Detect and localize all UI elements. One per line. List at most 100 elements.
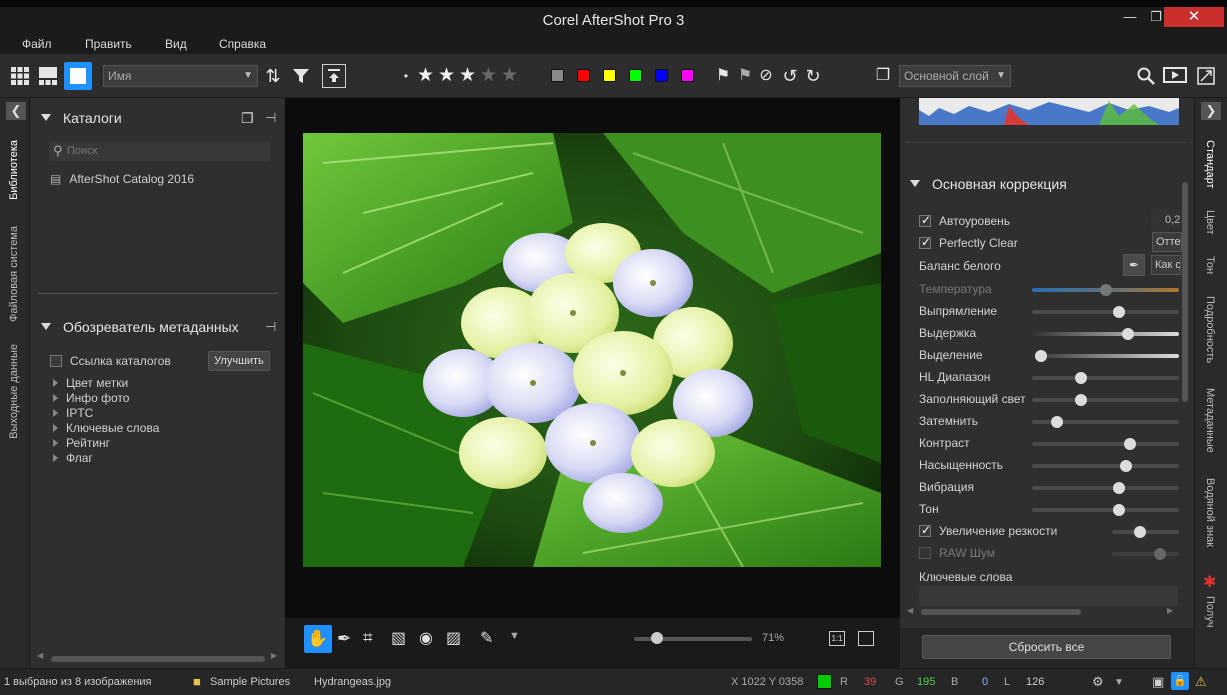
brush-icon[interactable]: ✎ (480, 628, 493, 648)
adjustment-slider[interactable] (1032, 284, 1179, 296)
adjustment-slider[interactable] (1032, 328, 1179, 340)
tab-tone[interactable]: Тон (1204, 256, 1216, 274)
checkbox[interactable] (919, 547, 931, 559)
adjustment-slider[interactable] (1032, 438, 1179, 450)
upload-icon[interactable] (322, 64, 346, 88)
metadata-item[interactable]: Цвет метки (53, 376, 128, 390)
color-label-swatch[interactable] (603, 69, 616, 82)
collapse-left-icon[interactable]: ❮ (6, 102, 26, 120)
adjustment-slider-handle[interactable] (1120, 460, 1132, 472)
pin-icon[interactable]: ⊣ (265, 110, 276, 126)
raw-noise-slider-handle[interactable] (1154, 548, 1166, 560)
clear-rating-icon[interactable]: • (401, 64, 411, 88)
tab-library[interactable]: Библиотека (8, 140, 20, 200)
metadata-header[interactable]: Обозреватель метаданных (41, 319, 239, 335)
straighten-icon[interactable]: ▧ (391, 628, 406, 648)
eyedropper-icon[interactable]: ✒ (337, 629, 351, 649)
adjustment-slider-handle[interactable] (1075, 394, 1087, 406)
adjustment-slider-handle[interactable] (1075, 372, 1087, 384)
adjustment-slider[interactable] (1032, 504, 1179, 516)
flag-icon[interactable]: ⚑ (714, 64, 732, 88)
adjustment-slider[interactable] (1032, 460, 1179, 472)
chevron-down-icon[interactable]: ▼ (1114, 677, 1124, 688)
metadata-item[interactable]: IPTC (53, 406, 93, 420)
basic-correction-header[interactable]: Основная коррекция (910, 176, 1067, 192)
improve-button[interactable]: Улучшить (208, 351, 270, 371)
filter-icon[interactable] (291, 64, 311, 88)
right-h-scrollbar[interactable]: ◀ ▶ (905, 606, 1179, 618)
star-icon[interactable]: ★ (417, 64, 434, 88)
raw-noise-slider[interactable] (1112, 548, 1179, 560)
catalog-links-checkbox[interactable]: Ссылка каталогов (50, 354, 171, 368)
catalog-item[interactable]: ▤ AfterShot Catalog 2016 (50, 172, 194, 186)
single-view-icon[interactable] (64, 62, 92, 90)
tab-detail[interactable]: Подробность (1204, 296, 1216, 363)
catalog-search[interactable]: ⚲ (49, 142, 270, 161)
adjustment-slider-handle[interactable] (1113, 482, 1125, 494)
close-button[interactable]: ✕ (1164, 7, 1224, 27)
adjustment-slider-handle[interactable] (1124, 438, 1136, 450)
color-label-swatch[interactable] (629, 69, 642, 82)
right-scrollbar[interactable] (1180, 178, 1190, 598)
white-balance-select[interactable]: Как с (1151, 255, 1181, 275)
star-icon[interactable]: ★ (501, 64, 518, 88)
color-label-swatch[interactable] (577, 69, 590, 82)
sort-order-icon[interactable]: ⇅ (262, 64, 284, 88)
tab-color[interactable]: Цвет (1204, 210, 1216, 235)
checkbox[interactable] (919, 523, 931, 537)
checkbox[interactable] (50, 355, 62, 367)
region-icon[interactable]: ▨ (446, 628, 461, 648)
hand-tool-icon[interactable]: ✋ (304, 625, 332, 653)
metadata-item[interactable]: Флаг (53, 451, 93, 465)
search-icon[interactable] (1135, 64, 1157, 88)
lock-icon[interactable]: 🔒 (1171, 672, 1189, 690)
sharpen-slider-handle[interactable] (1134, 526, 1146, 538)
perfectly-clear-button[interactable]: Отте (1152, 232, 1182, 252)
adjustment-slider-handle[interactable] (1113, 306, 1125, 318)
filmstrip-view-icon[interactable] (38, 64, 58, 88)
metadata-item[interactable]: Инфо фото (53, 391, 129, 405)
catalog-add-icon[interactable]: ❐ (241, 110, 254, 127)
zoom-slider-handle[interactable] (651, 632, 663, 644)
keywords-input[interactable] (919, 586, 1178, 606)
eyedropper-icon[interactable]: ✒ (1123, 254, 1145, 276)
adjustment-slider[interactable] (1032, 306, 1179, 318)
autolevel-value[interactable]: 0,2 (1151, 210, 1181, 230)
grid-view-icon[interactable] (10, 64, 30, 88)
adjustment-slider[interactable] (1032, 350, 1179, 362)
zoom-slider[interactable] (634, 632, 752, 644)
tab-standard[interactable]: Стандарт (1204, 140, 1216, 189)
tab-output[interactable]: Выходные данные (8, 344, 20, 439)
color-label-swatch[interactable] (551, 69, 564, 82)
tab-metadata[interactable]: Метаданные (1204, 388, 1216, 453)
collapse-right-icon[interactable]: ❯ (1201, 102, 1221, 120)
metadata-item[interactable]: Ключевые слова (53, 421, 159, 435)
autolevel-checkbox[interactable]: Автоуровень (919, 213, 1010, 228)
pin-icon[interactable]: ⊣ (265, 319, 276, 335)
adjustment-slider-handle[interactable] (1035, 350, 1047, 362)
sort-select[interactable]: Имя ▼ (103, 65, 258, 87)
metadata-item[interactable]: Рейтинг (53, 436, 110, 450)
warning-icon[interactable]: ⚠ (1195, 674, 1207, 690)
star-icon[interactable]: ★ (480, 64, 497, 88)
adjustment-slider[interactable] (1032, 394, 1179, 406)
layer-select[interactable]: Основной слой ▼ (899, 65, 1011, 87)
copy-icon[interactable]: ❐ (873, 64, 893, 88)
catalogs-header[interactable]: Каталоги (41, 110, 122, 126)
menu-edit[interactable]: Править (85, 37, 132, 51)
rotate-left-icon[interactable]: ↺ (780, 64, 800, 88)
star-icon[interactable]: ★ (438, 64, 455, 88)
reject-flag-icon[interactable]: ⚑ (736, 64, 754, 88)
adjustment-slider-handle[interactable] (1051, 416, 1063, 428)
color-label-swatch[interactable] (681, 69, 694, 82)
crop-icon[interactable]: ⌗ (363, 628, 373, 648)
image-viewer[interactable]: ✋ ✒ ⌗ ▧ ◉ ▨ ✎ ▼ 71% 1:1 (285, 98, 900, 668)
actual-size-icon[interactable]: 1:1 (829, 631, 845, 646)
fullscreen-icon[interactable] (1194, 64, 1218, 88)
perfectly-clear-checkbox[interactable]: Perfectly Clear (919, 235, 1018, 250)
reset-all-button[interactable]: Сбросить все (922, 635, 1171, 659)
adjustment-slider[interactable] (1032, 372, 1179, 384)
raw-noise-checkbox[interactable]: RAW Шум (919, 546, 995, 560)
sharpen-slider[interactable] (1112, 526, 1179, 538)
checkbox[interactable] (919, 235, 931, 249)
